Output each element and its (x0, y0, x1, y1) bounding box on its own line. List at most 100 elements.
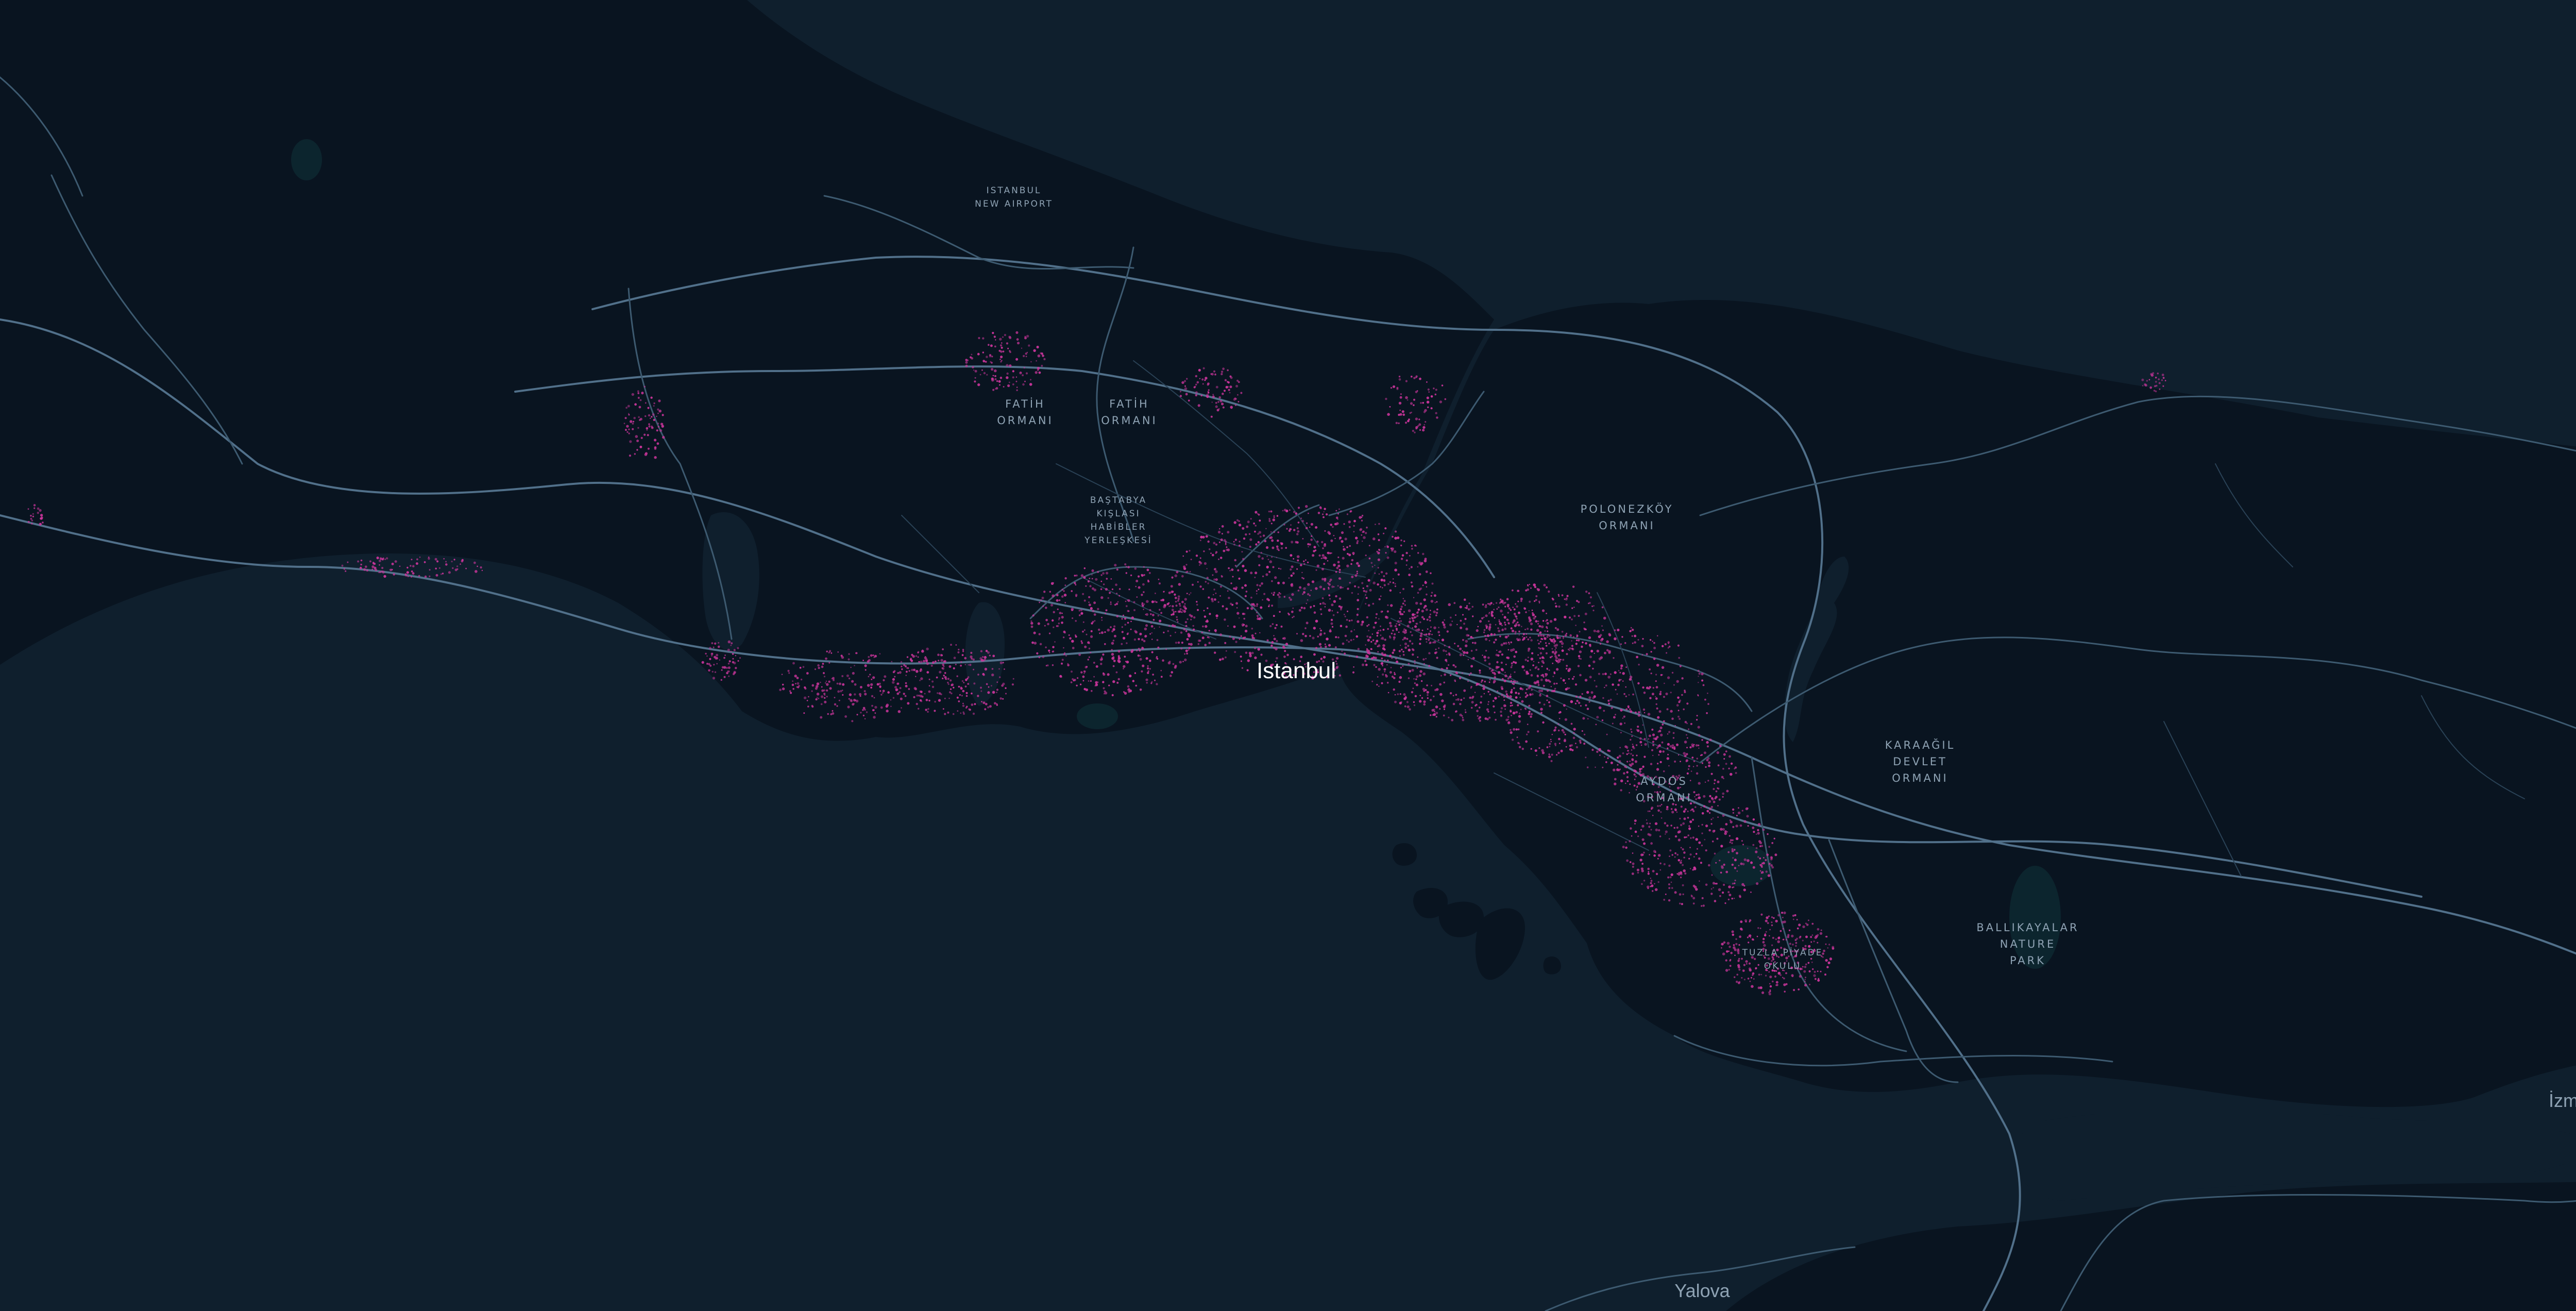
poi-label-fatih-west[interactable]: FATİH ORMANI (997, 396, 1054, 429)
data-point (1283, 509, 1287, 512)
data-point (1536, 754, 1538, 757)
poi-label-bastabya[interactable]: BAŞTABYA KIŞLASI HABİBLER YERLEŞKESİ (1084, 494, 1153, 547)
data-point (1723, 778, 1724, 780)
data-point (1277, 531, 1279, 533)
data-point (1659, 693, 1662, 696)
city-label-yalova[interactable]: Yalova (1674, 1282, 1730, 1300)
data-point (1056, 594, 1059, 596)
data-point (1738, 895, 1741, 897)
poi-label-polonezkoy[interactable]: POLONEZKÖY ORMANI (1581, 501, 1674, 534)
data-point (1636, 656, 1639, 659)
data-point (1403, 636, 1406, 640)
data-point (1111, 630, 1114, 633)
poi-label-fatih-east[interactable]: FATİH ORMANI (1101, 396, 1158, 429)
data-point (879, 690, 882, 692)
data-point (1272, 546, 1275, 549)
data-point (1176, 616, 1178, 618)
data-point (974, 377, 976, 379)
data-point (844, 715, 847, 718)
data-point (2149, 386, 2153, 389)
data-point (1207, 582, 1209, 584)
data-point (1418, 418, 1420, 421)
data-point (1104, 643, 1106, 645)
data-point (726, 671, 728, 675)
data-point (1262, 534, 1265, 537)
data-point (1242, 564, 1245, 568)
data-point (1246, 669, 1249, 671)
data-point (1498, 620, 1501, 623)
data-point (1354, 585, 1357, 587)
data-point (1167, 630, 1170, 632)
map-canvas[interactable]: Istanbul Yalova İzmit ISTANBUL NEW AIRPO… (0, 0, 2576, 1311)
data-point (985, 361, 987, 363)
data-point (1266, 639, 1269, 642)
data-point (1092, 610, 1095, 613)
data-point (1722, 952, 1725, 955)
data-point (1463, 689, 1466, 692)
data-point (937, 692, 939, 694)
data-point (1596, 640, 1598, 642)
data-point (869, 674, 871, 676)
data-point (1535, 666, 1538, 668)
data-point (1025, 356, 1027, 358)
data-point (781, 674, 783, 675)
data-point (1192, 625, 1194, 627)
data-point (1347, 552, 1349, 555)
city-label-istanbul[interactable]: Istanbul (1257, 660, 1336, 682)
city-label-izmit[interactable]: İzmit (2549, 1091, 2576, 1110)
data-point (1247, 520, 1250, 524)
data-point (1772, 980, 1774, 983)
data-point (1758, 840, 1761, 843)
data-point (1208, 548, 1211, 550)
data-point (1126, 642, 1128, 644)
data-point (1817, 928, 1820, 931)
data-point (411, 576, 412, 578)
data-point (1646, 819, 1648, 821)
data-point (1401, 648, 1403, 651)
data-point (1378, 618, 1380, 620)
data-point (1290, 554, 1293, 557)
data-point (1042, 656, 1045, 659)
data-point (1818, 978, 1820, 980)
data-point (1674, 891, 1677, 894)
data-point (412, 572, 415, 575)
data-point (711, 670, 714, 673)
data-point (727, 640, 731, 644)
data-point (1221, 402, 1224, 406)
data-point (1543, 634, 1545, 637)
poi-label-karaagil[interactable]: KARAAĞIL DEVLET ORMANI (1885, 737, 1956, 786)
data-point (1302, 538, 1304, 540)
data-point (1186, 378, 1188, 380)
data-point (823, 693, 826, 695)
poi-label-ballikayalar[interactable]: BALLIKAYALAR NATURE PARK (1976, 919, 2079, 969)
data-point (2156, 384, 2158, 387)
poi-label-aydos[interactable]: AYDOS ORMANI (1636, 773, 1692, 806)
data-point (1398, 650, 1401, 652)
data-point (1640, 829, 1642, 831)
data-point (1629, 630, 1631, 632)
data-point (1607, 757, 1609, 759)
data-point (1571, 607, 1573, 609)
data-point (1541, 656, 1544, 659)
data-point (1562, 679, 1565, 682)
data-point (1224, 642, 1227, 644)
poi-label-tuzla[interactable]: TUZLA PİYADE OKULU (1742, 946, 1823, 973)
data-point (1471, 606, 1474, 608)
poi-label-airport[interactable]: ISTANBUL NEW AIRPORT (975, 184, 1053, 211)
data-point (1667, 747, 1669, 749)
data-point (989, 705, 992, 708)
data-point (1346, 564, 1349, 567)
data-point (1215, 578, 1218, 581)
data-point (950, 644, 952, 646)
data-point (1080, 609, 1083, 612)
data-point (1652, 890, 1654, 892)
data-point (852, 703, 855, 706)
data-point (1378, 573, 1380, 575)
data-point (1465, 644, 1468, 647)
data-point (1171, 614, 1173, 616)
data-point (871, 695, 874, 697)
data-point (1674, 725, 1676, 727)
data-point (648, 425, 651, 428)
data-point (953, 657, 956, 660)
data-point (1297, 590, 1300, 592)
